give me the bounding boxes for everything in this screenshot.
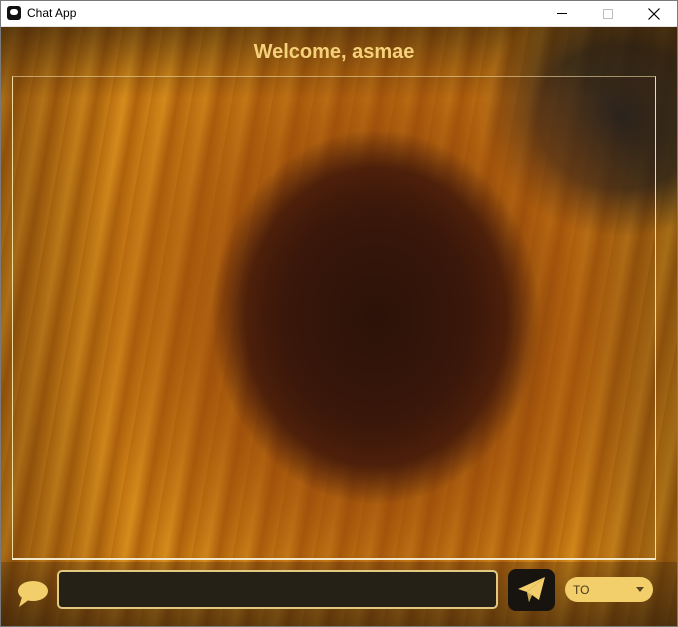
maximize-icon: [603, 9, 613, 19]
close-button[interactable]: [631, 1, 677, 27]
welcome-heading: Welcome, asmae: [253, 41, 415, 63]
title-bar[interactable]: Chat App: [1, 1, 677, 27]
window-title: Chat App: [27, 6, 77, 20]
chat-client-area: Welcome, asmae TO: [1, 27, 677, 626]
recipient-select[interactable]: TO: [565, 577, 653, 602]
chat-app-window: Chat App Welcome, asmae TO: [0, 0, 678, 627]
message-input[interactable]: [57, 570, 498, 609]
app-icon: [7, 6, 21, 20]
chat-bubble-icon: [18, 581, 48, 607]
message-list-divider: [12, 558, 656, 560]
close-icon: [648, 8, 660, 20]
send-button[interactable]: [508, 569, 555, 611]
maximize-button[interactable]: [585, 1, 631, 27]
minimize-icon: [557, 13, 567, 14]
recipient-select-value: TO: [573, 583, 590, 597]
message-list[interactable]: [12, 76, 656, 559]
chevron-down-icon: [636, 587, 644, 592]
paper-plane-icon: [518, 577, 545, 602]
minimize-button[interactable]: [539, 1, 585, 27]
